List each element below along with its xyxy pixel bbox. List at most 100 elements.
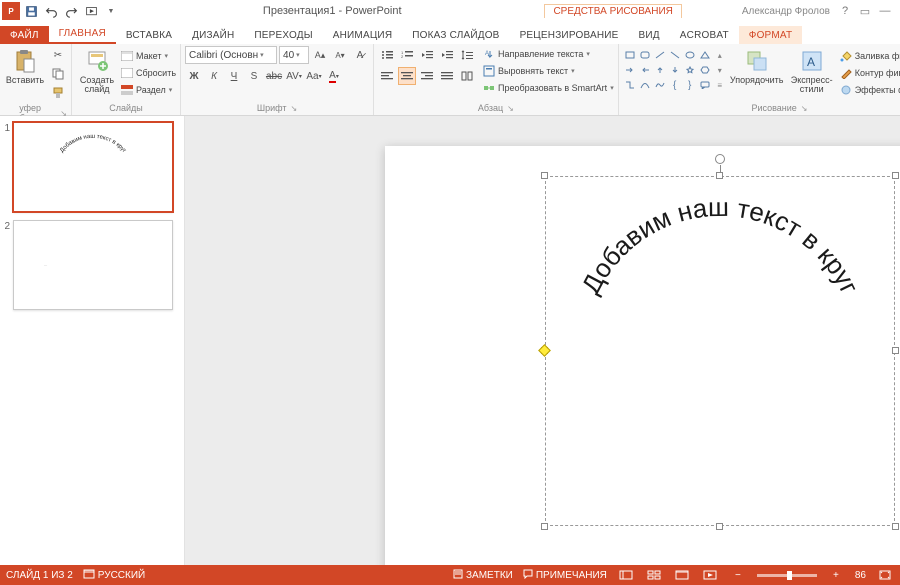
paste-button[interactable]: Вставить — [4, 46, 46, 85]
columns-icon[interactable] — [458, 67, 476, 85]
zoom-slider[interactable] — [757, 574, 817, 577]
shape-fill-button[interactable]: Заливка фигуры▾ — [840, 48, 900, 64]
paragraph-launcher-icon[interactable]: ↘ — [507, 104, 514, 113]
decrease-indent-icon[interactable] — [418, 46, 436, 64]
view-sorter-icon[interactable] — [645, 568, 663, 582]
qat-customize-icon[interactable]: ▼ — [102, 2, 120, 20]
shape-brace-l-icon[interactable]: { — [668, 78, 682, 92]
align-text-button[interactable]: Выровнять текст▾ — [483, 63, 614, 79]
zoom-in-icon[interactable]: + — [827, 568, 845, 582]
slide-counter[interactable]: СЛАЙД 1 ИЗ 2 — [6, 570, 73, 581]
font-size-combo[interactable]: 40▾ — [279, 46, 309, 64]
new-slide-button[interactable]: Создать слайд — [76, 46, 118, 95]
fit-window-icon[interactable] — [876, 568, 894, 582]
minimize-icon[interactable]: — — [878, 4, 892, 18]
font-color-icon[interactable]: A▾ — [325, 67, 343, 85]
shapes-more-icon[interactable]: ≡ — [713, 78, 727, 92]
font-launcher-icon[interactable]: ↘ — [290, 104, 297, 113]
zoom-out-icon[interactable]: − — [729, 568, 747, 582]
layout-button[interactable]: Макет▾ — [121, 48, 176, 64]
char-spacing-icon[interactable]: AV▾ — [285, 67, 303, 85]
zoom-percent[interactable]: 86 — [855, 570, 866, 581]
italic-button[interactable]: К — [205, 67, 223, 85]
thumbnail-pane[interactable]: 1 Добавим наш текст в круг 2 … — [0, 116, 185, 565]
tab-animations[interactable]: АНИМАЦИЯ — [323, 26, 403, 44]
help-icon[interactable]: ? — [838, 4, 852, 18]
align-left-icon[interactable] — [378, 67, 396, 85]
tab-view[interactable]: ВИД — [629, 26, 670, 44]
notes-button[interactable]: ЗАМЕТКИ — [453, 569, 513, 582]
shadow-button[interactable]: S — [245, 67, 263, 85]
shape-curve-icon[interactable] — [638, 78, 652, 92]
quick-styles-button[interactable]: A Экспресс- стили — [787, 46, 837, 95]
format-painter-icon[interactable] — [49, 84, 67, 102]
slideshow-icon[interactable] — [82, 2, 100, 20]
language-button[interactable]: РУССКИЙ — [83, 569, 145, 582]
justify-icon[interactable] — [438, 67, 456, 85]
clear-format-icon[interactable]: A̷ — [351, 46, 369, 64]
underline-button[interactable]: Ч — [225, 67, 243, 85]
shape-triangle-icon[interactable] — [698, 48, 712, 62]
shape-arrow-l-icon[interactable] — [638, 63, 652, 77]
shape-hexagon-icon[interactable] — [698, 63, 712, 77]
shape-brace-r-icon[interactable]: } — [683, 78, 697, 92]
numbering-icon[interactable]: 12 — [398, 46, 416, 64]
grow-font-icon[interactable]: A▴ — [311, 46, 329, 64]
line-spacing-icon[interactable] — [458, 46, 476, 64]
arrange-button[interactable]: Упорядочить — [730, 46, 784, 85]
shapes-row-down-icon[interactable]: ▾ — [713, 63, 727, 77]
slide[interactable]: Добавим наш текст в круг — [385, 146, 900, 565]
increase-indent-icon[interactable] — [438, 46, 456, 64]
view-reading-icon[interactable] — [673, 568, 691, 582]
shape-line-icon[interactable] — [653, 48, 667, 62]
save-icon[interactable] — [22, 2, 40, 20]
reset-button[interactable]: Сбросить — [121, 65, 176, 81]
user-name[interactable]: Александр Фролов — [742, 6, 830, 17]
tab-file[interactable]: ФАЙЛ — [0, 26, 49, 44]
shape-effects-button[interactable]: Эффекты фигуры▾ — [840, 82, 900, 98]
shape-rounded-rect-icon[interactable] — [638, 48, 652, 62]
undo-icon[interactable] — [42, 2, 60, 20]
shape-arrow-u-icon[interactable] — [653, 63, 667, 77]
text-direction-button[interactable]: AНаправление текста▾ — [483, 46, 614, 62]
canvas-area[interactable]: Добавим наш текст в круг — [185, 116, 900, 565]
view-slideshow-icon[interactable] — [701, 568, 719, 582]
tab-review[interactable]: РЕЦЕНЗИРОВАНИЕ — [510, 26, 629, 44]
change-case-icon[interactable]: Aa▾ — [305, 67, 323, 85]
copy-icon[interactable] — [49, 65, 67, 83]
bold-button[interactable]: Ж — [185, 67, 203, 85]
smartart-button[interactable]: Преобразовать в SmartArt▾ — [483, 80, 614, 96]
shape-callout-icon[interactable] — [698, 78, 712, 92]
shapes-gallery[interactable]: ▴ ▾ { — [623, 46, 727, 92]
shape-arrow-d-icon[interactable] — [668, 63, 682, 77]
align-right-icon[interactable] — [418, 67, 436, 85]
comments-button[interactable]: ПРИМЕЧАНИЯ — [523, 569, 607, 582]
ribbon-display-icon[interactable]: ▭ — [858, 4, 872, 18]
shape-outline-button[interactable]: Контур фигуры▾ — [840, 65, 900, 81]
section-button[interactable]: Раздел▾ — [121, 82, 176, 98]
shape-arrow-r-icon[interactable] — [623, 63, 637, 77]
rotation-handle[interactable] — [715, 154, 725, 164]
tab-home[interactable]: ГЛАВНАЯ — [49, 24, 116, 44]
tab-transitions[interactable]: ПЕРЕХОДЫ — [244, 26, 322, 44]
tab-design[interactable]: ДИЗАЙН — [182, 26, 244, 44]
strike-button[interactable]: abc — [265, 67, 283, 85]
bullets-icon[interactable] — [378, 46, 396, 64]
align-center-icon[interactable] — [398, 67, 416, 85]
shapes-row-up-icon[interactable]: ▴ — [713, 48, 727, 62]
shrink-font-icon[interactable]: A▾ — [331, 46, 349, 64]
shape-rectangle-icon[interactable] — [623, 48, 637, 62]
shape-oval-icon[interactable] — [683, 48, 697, 62]
selected-text-shape[interactable]: Добавим наш текст в круг — [545, 176, 895, 526]
slide-thumbnail-2[interactable]: … — [13, 220, 173, 310]
redo-icon[interactable] — [62, 2, 80, 20]
drawing-launcher-icon[interactable]: ↘ — [801, 104, 808, 113]
font-family-combo[interactable]: Calibri (Основн▾ — [185, 46, 277, 64]
tab-insert[interactable]: ВСТАВКА — [116, 26, 182, 44]
shape-line2-icon[interactable] — [668, 48, 682, 62]
tab-format[interactable]: ФОРМАТ — [739, 26, 802, 44]
cut-icon[interactable]: ✂ — [49, 46, 67, 64]
shape-freeform-icon[interactable] — [653, 78, 667, 92]
shape-star-icon[interactable] — [683, 63, 697, 77]
view-normal-icon[interactable] — [617, 568, 635, 582]
